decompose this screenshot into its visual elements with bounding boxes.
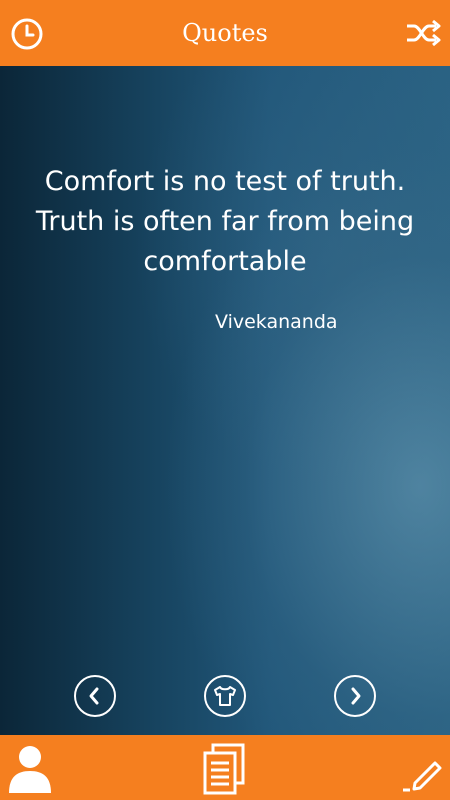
clock-icon [11, 18, 43, 50]
previous-quote-button[interactable] [74, 675, 116, 717]
person-icon [9, 746, 51, 793]
quote-text: Comfort is no test of truth. Truth is of… [35, 166, 415, 277]
chevron-left-icon [89, 687, 99, 705]
clock-button[interactable] [8, 15, 46, 53]
tshirt-icon [214, 686, 236, 706]
page-title: Quotes [182, 19, 268, 47]
shuffle-button[interactable] [404, 14, 442, 52]
theme-button[interactable] [204, 675, 246, 717]
edit-button[interactable] [400, 750, 444, 794]
pencil-icon [403, 761, 442, 792]
chevron-right-icon [351, 687, 361, 705]
next-quote-button[interactable] [334, 675, 376, 717]
shuffle-icon [407, 19, 441, 47]
quote-author: Vivekananda [215, 311, 338, 333]
notes-icon [203, 743, 245, 795]
profile-button[interactable] [6, 742, 54, 794]
notes-button[interactable] [200, 742, 250, 796]
